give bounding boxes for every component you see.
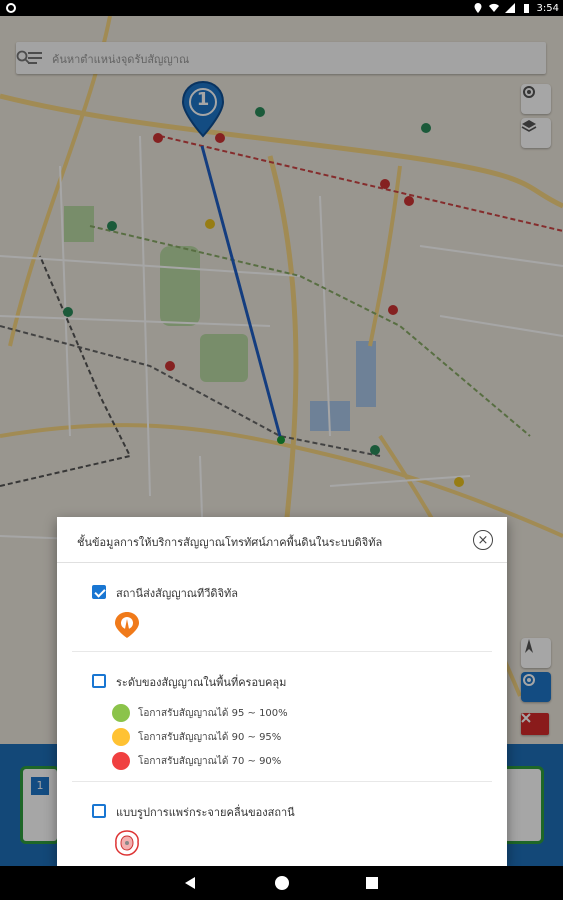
layer-section-pattern: แบบรูปการแพร่กระจายคลื่นของสถานี (72, 782, 492, 866)
legend-label: โอกาสรับสัญญาณได้ 90 ~ 95% (138, 731, 282, 743)
legend-item: โอกาสรับสัญญาณได้ 70 ~ 90% (112, 752, 281, 770)
coverage-checkbox[interactable] (92, 674, 106, 688)
dialog-title: ชั้นข้อมูลการให้บริการสัญญาณโทรทัศน์ภาคพ… (77, 536, 383, 549)
legend-dot-yellow (112, 728, 130, 746)
close-dialog-button[interactable]: × (473, 530, 493, 550)
signal-icon (504, 3, 515, 13)
wifi-icon (488, 3, 499, 13)
clock: 3:54 (536, 2, 559, 14)
recent-apps-icon[interactable] (366, 877, 378, 889)
stations-label[interactable]: สถานีส่งสัญญาณทีวีดิจิทัล (116, 584, 238, 602)
location-icon (474, 3, 482, 13)
home-icon[interactable] (275, 876, 289, 890)
close-icon: × (477, 532, 489, 548)
legend-dot-green (112, 704, 130, 722)
status-bar: 3:54 (0, 0, 563, 16)
tower-pin-icon (115, 612, 139, 638)
notification-icon (6, 3, 16, 13)
pattern-label[interactable]: แบบรูปการแพร่กระจายคลื่นของสถานี (116, 803, 295, 821)
legend-label: โอกาสรับสัญญาณได้ 95 ~ 100% (138, 707, 288, 719)
layers-dialog: ชั้นข้อมูลการให้บริการสัญญาณโทรทัศน์ภาคพ… (57, 517, 507, 866)
battery-icon (523, 4, 529, 13)
legend-dot-red (112, 752, 130, 770)
legend-item: โอกาสรับสัญญาณได้ 95 ~ 100% (112, 704, 288, 722)
legend-label: โอกาสรับสัญญาณได้ 70 ~ 90% (138, 755, 282, 767)
stations-checkbox[interactable] (92, 585, 106, 599)
coverage-label[interactable]: ระดับของสัญญาณในพื้นที่ครอบคลุม (116, 673, 286, 691)
layer-section-coverage: ระดับของสัญญาณในพื้นที่ครอบคลุม โอกาสรับ… (72, 652, 492, 782)
radiation-pattern-icon (115, 830, 139, 856)
legend-item: โอกาสรับสัญญาณได้ 90 ~ 95% (112, 728, 281, 746)
pattern-checkbox[interactable] (92, 804, 106, 818)
dialog-header: ชั้นข้อมูลการให้บริการสัญญาณโทรทัศน์ภาคพ… (57, 517, 507, 563)
navigation-bar (0, 866, 563, 900)
layer-section-stations: สถานีส่งสัญญาณทีวีดิจิทัล (72, 563, 492, 652)
back-icon[interactable] (185, 877, 195, 889)
